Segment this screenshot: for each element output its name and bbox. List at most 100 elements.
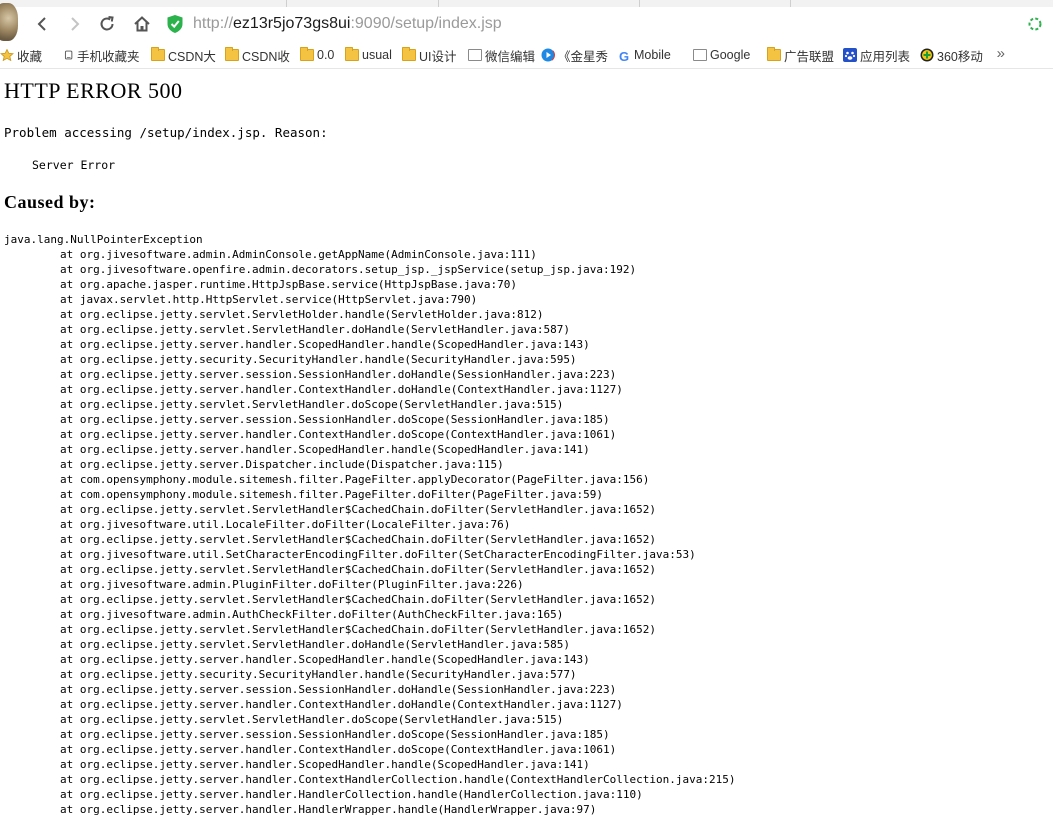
bookmark-item[interactable]: 手机收藏夹 (64, 46, 140, 64)
bookmark-item[interactable]: CSDN收 (225, 46, 290, 64)
exception-line: java.lang.NullPointerException (4, 233, 203, 246)
star-icon (0, 49, 14, 61)
profile-thumbnail[interactable] (0, 3, 18, 41)
stack-frame-line: at org.jivesoftware.openfire.admin.decor… (60, 263, 637, 276)
circle-play-icon (541, 48, 555, 62)
stack-frame-line: at org.jivesoftware.util.LocaleFilter.do… (60, 518, 511, 531)
bookmark-label: Google (710, 48, 751, 62)
plus-circle-icon (920, 48, 934, 62)
google-icon: G (619, 49, 630, 64)
bookmark-item[interactable]: 360移动 (920, 46, 983, 64)
stack-frame-line: at org.eclipse.jetty.server.handler.Scop… (60, 758, 590, 771)
stack-frame-line: at org.eclipse.jetty.server.session.Sess… (60, 413, 610, 426)
home-icon (134, 16, 150, 32)
reload-button[interactable] (94, 11, 120, 37)
stack-frame-line: at org.eclipse.jetty.server.handler.Cont… (60, 383, 623, 396)
stack-frame-line: at org.eclipse.jetty.server.handler.Cont… (60, 773, 736, 786)
error-message: Server Error (32, 158, 116, 172)
stack-frame-line: at org.eclipse.jetty.servlet.ServletHand… (60, 713, 564, 726)
navigation-bar: http://ez13r5jo73gs8ui:9090/setup/index.… (0, 3, 1053, 41)
tab-divider (286, 0, 287, 7)
bookmark-label: CSDN大 (168, 49, 216, 64)
stack-frame-line: at org.eclipse.jetty.servlet.ServletHand… (60, 533, 657, 546)
stack-frame-line: at org.eclipse.jetty.server.session.Sess… (60, 368, 617, 381)
bookmark-item[interactable]: 广告联盟 (767, 46, 834, 64)
folder-icon (402, 47, 416, 61)
bookmark-label: 360移动 (937, 49, 983, 64)
refresh-icon (100, 16, 114, 31)
bookmark-label: 0.0 (317, 48, 335, 62)
bookmarks-bar: 收藏 手机收藏夹 CSDN大 CSDN收 0.0 usual UI设计 微信编辑… (0, 41, 1053, 69)
bookmark-label: 广告联盟 (784, 49, 835, 64)
forward-button[interactable] (62, 11, 88, 37)
back-button[interactable] (29, 11, 55, 37)
bookmark-label: Mobile (634, 48, 671, 62)
stack-frame-line: at org.eclipse.jetty.server.handler.Scop… (60, 653, 590, 666)
folder-icon (225, 47, 239, 61)
bookmark-label: UI设计 (419, 49, 457, 64)
stack-frame-line: at org.eclipse.jetty.server.Dispatcher.i… (60, 458, 504, 471)
home-button[interactable] (129, 11, 155, 37)
bookmark-label: CSDN收 (242, 49, 290, 64)
phone-icon (64, 50, 73, 60)
bookmark-label: 微信编辑 (485, 49, 536, 64)
stack-frame-line: at org.eclipse.jetty.servlet.ServletHand… (60, 563, 657, 576)
bookmark-item[interactable]: 0.0 (300, 46, 334, 64)
bookmark-label: 应用列表 (860, 49, 911, 64)
arrow-right-icon (71, 17, 80, 31)
bookmark-item[interactable]: 收藏 (0, 46, 42, 64)
stack-frame-line: at org.eclipse.jetty.servlet.ServletHand… (60, 398, 564, 411)
stack-frame-line: at org.eclipse.jetty.server.session.Sess… (60, 683, 617, 696)
stack-frame-line: at org.jivesoftware.admin.AdminConsole.g… (60, 248, 537, 261)
stack-frame-line: at org.apache.jasper.runtime.HttpJspBase… (60, 278, 517, 291)
bookmark-label: 收藏 (17, 49, 43, 64)
bookmark-label: 手机收藏夹 (77, 49, 140, 64)
folder-icon (767, 47, 781, 61)
stack-frame-line: at org.eclipse.jetty.servlet.ServletHand… (60, 323, 570, 336)
folder-icon (300, 47, 314, 61)
stack-frame-line: at javax.servlet.http.HttpServlet.servic… (60, 293, 478, 306)
bookmark-item[interactable]: CSDN大 (151, 46, 216, 64)
stack-frame-line: at org.eclipse.jetty.server.handler.Cont… (60, 743, 617, 756)
stack-frame-line: at org.eclipse.jetty.security.SecurityHa… (60, 353, 577, 366)
stack-frame-line: at org.eclipse.jetty.server.session.Sess… (60, 728, 610, 741)
stack-frame-line: at org.eclipse.jetty.server.handler.Cont… (60, 428, 617, 441)
stack-frame-line: at com.opensymphony.module.sitemesh.filt… (60, 473, 650, 486)
url-scheme: http:// (193, 15, 234, 32)
bookmark-item[interactable]: UI设计 (402, 46, 457, 64)
shield-check-icon (167, 15, 183, 33)
stack-frame-line: at org.eclipse.jetty.server.handler.Scop… (60, 443, 590, 456)
caused-by-heading: Caused by: (4, 192, 96, 212)
bookmark-item[interactable]: 《金星秀 (541, 46, 608, 64)
address-bar[interactable]: http://ez13r5jo73gs8ui:9090/setup/index.… (166, 13, 1026, 35)
arrow-left-icon (37, 17, 46, 31)
bookmark-label: 《金星秀 (558, 49, 609, 64)
url-host: ez13r5jo73gs8ui (233, 15, 351, 32)
bookmark-item[interactable]: Google (693, 46, 750, 64)
tab-divider (438, 0, 439, 7)
stack-trace: java.lang.NullPointerException at org.jiv… (4, 232, 736, 817)
stack-frame-line: at org.eclipse.jetty.servlet.ServletHand… (60, 638, 570, 651)
bookmark-item[interactable]: 微信编辑 (468, 46, 535, 64)
page-icon (468, 49, 482, 61)
url-path: :9090/setup/index.jsp (350, 15, 502, 32)
more-bookmarks-button[interactable]: » (997, 45, 1005, 62)
stack-frame-line: at org.eclipse.jetty.servlet.ServletHold… (60, 308, 544, 321)
reason-text: Problem accessing /setup/index.jsp. Reas… (4, 125, 328, 140)
stack-frame-line: at com.opensymphony.module.sitemesh.filt… (60, 488, 604, 501)
tab-divider (790, 0, 791, 7)
bookmark-item[interactable]: G Mobile (619, 46, 671, 64)
loading-spinner-icon[interactable] (1027, 16, 1043, 32)
stack-frame-line: at org.eclipse.jetty.servlet.ServletHand… (60, 503, 657, 516)
bookmark-item[interactable]: 应用列表 (843, 46, 910, 64)
paw-icon (843, 48, 857, 62)
stack-frame-line: at org.eclipse.jetty.security.SecurityHa… (60, 668, 577, 681)
bookmark-item[interactable]: usual (345, 46, 392, 64)
stack-frame-line: at org.eclipse.jetty.server.handler.Hand… (60, 803, 597, 816)
stack-frame-line: at org.eclipse.jetty.servlet.ServletHand… (60, 593, 657, 606)
stack-frame-line: at org.eclipse.jetty.server.handler.Hand… (60, 788, 643, 801)
stack-frame-line: at org.jivesoftware.util.SetCharacterEnc… (60, 548, 696, 561)
folder-icon (151, 47, 165, 61)
folder-icon (345, 47, 359, 61)
page-title: HTTP ERROR 500 (4, 78, 183, 103)
